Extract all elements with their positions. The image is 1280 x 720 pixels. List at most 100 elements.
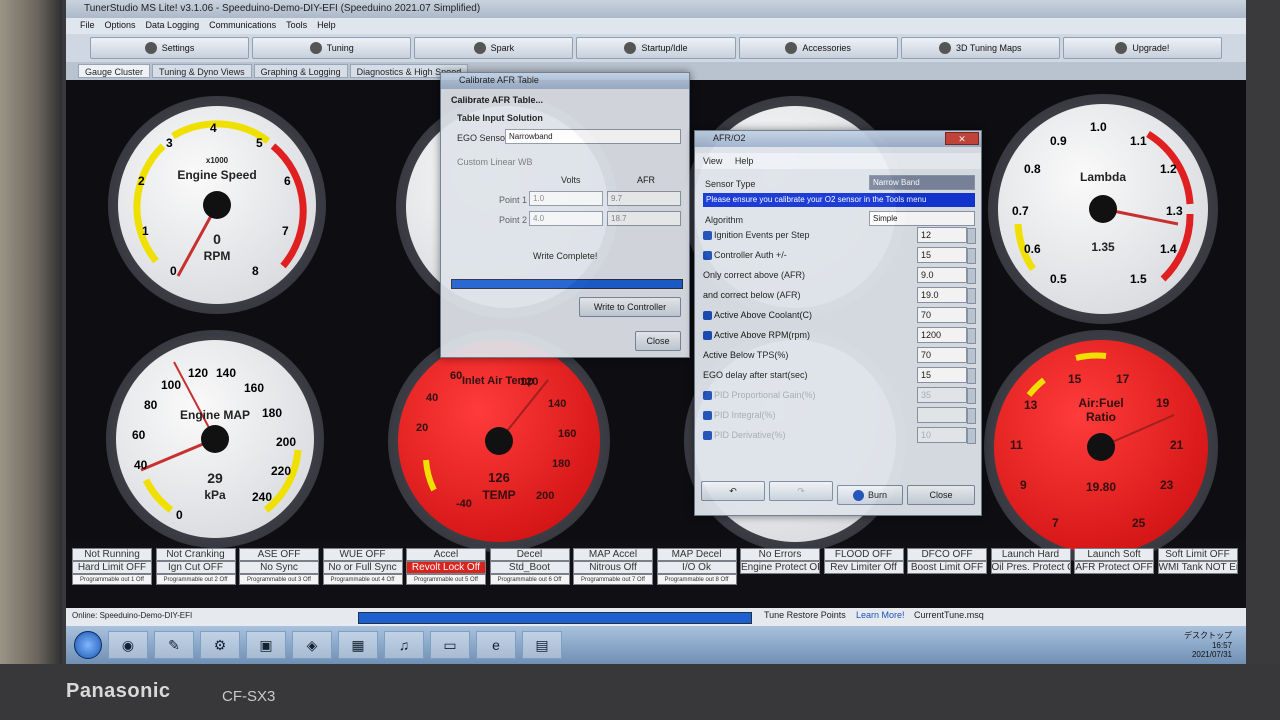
point1-volts[interactable]: 1.0 <box>529 191 603 206</box>
spinner-arrows-icon[interactable] <box>967 368 976 384</box>
3d-tuning-maps-button[interactable]: 3D Tuning Maps <box>900 37 1060 59</box>
menu-bar: File Options Data Logging Communications Too… <box>66 18 1246 34</box>
app-icon[interactable]: ◈ <box>292 631 332 659</box>
setting-label: and correct below (AFR) <box>703 290 801 300</box>
menu-data-logging[interactable]: Data Logging <box>146 20 200 32</box>
tool-icon[interactable]: ✎ <box>154 631 194 659</box>
help-icon[interactable] <box>703 411 712 421</box>
music-icon[interactable]: ♫ <box>384 631 424 659</box>
help-icon[interactable] <box>703 251 712 261</box>
point2-afr[interactable]: 18.7 <box>607 211 681 226</box>
taskbar: ◉ ✎ ⚙ ▣ ◈ ▦ ♫ ▭ e ▤ <box>66 626 1246 664</box>
setting-value-input[interactable]: 15 <box>917 247 976 264</box>
accessories-button[interactable]: Accessories <box>738 37 898 59</box>
spinner-arrows-icon[interactable] <box>967 308 976 324</box>
write-to-controller-button[interactable]: Write to Controller <box>579 297 681 317</box>
setting-value-input: 35 <box>917 387 976 404</box>
restore-points-link[interactable]: Tune Restore Points <box>764 610 846 620</box>
menu-help[interactable]: Help <box>317 20 336 32</box>
spinner-arrows-icon[interactable] <box>967 288 976 304</box>
menu-options[interactable]: Options <box>105 20 136 32</box>
status-indicator: Accel <box>406 548 486 561</box>
spinner-arrows-icon[interactable] <box>967 388 976 404</box>
startup-idle-button[interactable]: Startup/Idle <box>576 37 736 59</box>
setting-value-input[interactable]: 9.0 <box>917 267 976 284</box>
help-icon[interactable] <box>703 331 712 341</box>
lambda-tick-11: 1.1 <box>1130 134 1147 148</box>
status-indicators: Not Running Hard Limit OFF Programmable ou… <box>72 548 1242 604</box>
spinner-arrows-icon[interactable] <box>967 408 976 424</box>
tab-tuning-dyno-views[interactable]: Tuning & Dyno Views <box>152 64 252 78</box>
help-icon[interactable] <box>703 311 712 321</box>
setting-row: Active Above Coolant(C) 70 <box>703 307 976 325</box>
spinner-arrows-icon[interactable] <box>967 268 976 284</box>
tab-graphing-logging[interactable]: Graphing & Logging <box>253 64 348 78</box>
setting-label: Only correct above (AFR) <box>703 270 806 280</box>
ego-sensor-select[interactable]: Narrowband <box>505 129 681 144</box>
status-indicator: ASE OFF <box>239 548 319 561</box>
calibrate-close-button[interactable]: Close <box>635 331 681 351</box>
rpm-tick-2: 2 <box>138 174 145 188</box>
calibrate-dialog-title: Calibrate AFR Table <box>441 73 689 89</box>
spark-button[interactable]: Spark <box>414 37 574 59</box>
algorithm-select[interactable]: Simple <box>869 211 975 226</box>
setting-value-input <box>917 407 976 424</box>
spinner-arrows-icon[interactable] <box>967 228 976 244</box>
setting-value-input[interactable]: 12 <box>917 227 976 244</box>
status-column: ASE OFF No Sync Programmable out 3 Off <box>239 548 319 585</box>
point2-label: Point 2 <box>499 215 528 225</box>
menu-tools[interactable]: Tools <box>286 20 307 32</box>
menu-file[interactable]: File <box>80 20 95 32</box>
lambda-tick-14: 1.4 <box>1160 242 1177 256</box>
spinner-arrows-icon[interactable] <box>967 348 976 364</box>
settings-button[interactable]: Settings <box>90 37 250 59</box>
point1-afr[interactable]: 9.7 <box>607 191 681 206</box>
upgrade-button[interactable]: Upgrade! <box>1062 37 1222 59</box>
status-indicator: No Sync <box>239 561 319 574</box>
tunerstudio-icon[interactable]: ⚙ <box>200 631 240 659</box>
learn-more-link[interactable]: Learn More! <box>856 610 905 620</box>
start-button[interactable] <box>74 631 102 659</box>
pdf-icon[interactable]: ▣ <box>246 631 286 659</box>
tab-gauge-cluster[interactable]: Gauge Cluster <box>78 64 151 78</box>
status-indicator: WMI Tank NOT Empty <box>1157 561 1238 574</box>
spinner-arrows-icon[interactable] <box>967 328 976 344</box>
table-icon[interactable]: ▦ <box>338 631 378 659</box>
toolbar-label: Settings <box>161 43 195 53</box>
menu-communications[interactable]: Communications <box>209 20 276 32</box>
setting-row: PID Integral(%) <box>703 407 976 425</box>
close-icon[interactable]: ✕ <box>945 132 979 145</box>
spinner-arrows-icon[interactable] <box>967 428 976 444</box>
status-indicator: I/O Ok <box>656 561 737 574</box>
toolbar-label: Startup/Idle <box>641 43 688 53</box>
map-icon <box>939 42 951 54</box>
map-tick-40: 40 <box>134 458 148 472</box>
background-wall <box>0 0 62 720</box>
map-tick-240: 240 <box>252 490 273 504</box>
setting-value-input[interactable]: 19.0 <box>917 287 976 304</box>
burn-button[interactable]: Burn <box>837 485 903 505</box>
afr-close-button[interactable]: Close <box>907 485 975 505</box>
setting-row: Active Above RPM(rpm) 1200 <box>703 327 976 345</box>
tuning-button[interactable]: Tuning <box>252 37 412 59</box>
setting-value-input[interactable]: 70 <box>917 307 976 324</box>
setting-value-input[interactable]: 15 <box>917 367 976 384</box>
redo-button[interactable]: ↷ <box>769 481 833 501</box>
spinner-arrows-icon[interactable] <box>967 248 976 264</box>
toolbar-label: Accessories <box>802 43 851 53</box>
sensor-type-select[interactable]: Narrow Band <box>869 175 975 190</box>
help-icon[interactable] <box>703 391 712 401</box>
menu-help[interactable]: Help <box>735 156 754 166</box>
help-icon[interactable] <box>703 231 712 241</box>
undo-button[interactable]: ↶ <box>701 481 765 501</box>
point2-volts[interactable]: 4.0 <box>529 211 603 226</box>
calendar-icon[interactable]: ▤ <box>522 631 562 659</box>
menu-view[interactable]: View <box>703 156 722 166</box>
folder-icon[interactable]: ▭ <box>430 631 470 659</box>
setting-value-input[interactable]: 1200 <box>917 327 976 344</box>
help-icon[interactable] <box>703 431 712 441</box>
ie-icon[interactable]: e <box>476 631 516 659</box>
firefox-icon[interactable]: ◉ <box>108 631 148 659</box>
ime-indicator[interactable]: デスクトップ <box>1184 630 1232 641</box>
setting-value-input[interactable]: 70 <box>917 347 976 364</box>
